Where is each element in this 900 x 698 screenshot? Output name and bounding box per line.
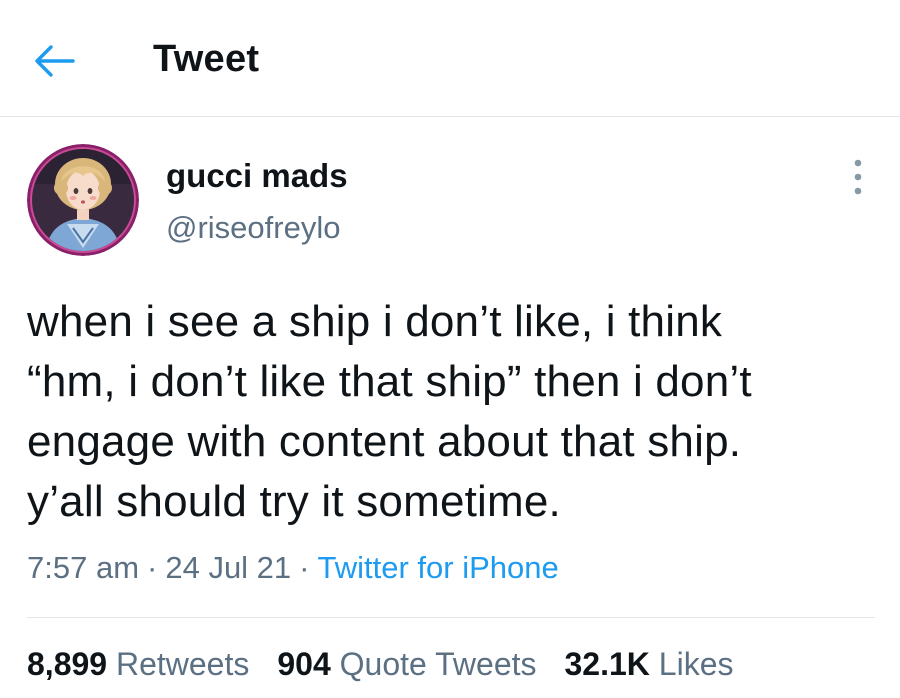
engagement-stats: 8,899 Retweets 904 Quote Tweets 32.1K Like… [27, 646, 761, 683]
avatar[interactable] [27, 144, 139, 256]
back-button[interactable] [30, 40, 80, 82]
retweets-stat[interactable]: 8,899 Retweets [27, 646, 249, 683]
more-options-button[interactable] [838, 155, 878, 199]
author-handle[interactable]: @riseofreylo [166, 210, 340, 246]
avatar-illustration [27, 144, 139, 256]
tweet-text-line: y’all should try it sometime. [27, 477, 561, 526]
tweet-text-line: engage with content about that ship. [27, 417, 742, 466]
arrow-left-icon [35, 45, 75, 77]
tweet-text-line: “hm, i don’t like that ship” then i don’… [27, 357, 752, 406]
quote-tweets-count: 904 [277, 646, 331, 682]
more-vertical-icon [854, 159, 862, 195]
top-bar: Tweet [0, 0, 900, 117]
tweet-text-line: when i see a ship i don’t like, i think [27, 297, 723, 346]
tweet-source-link[interactable]: Twitter for iPhone [318, 550, 559, 585]
retweets-count: 8,899 [27, 646, 108, 682]
tweet-time[interactable]: 7:57 am [27, 550, 139, 585]
likes-label: Likes [658, 646, 734, 682]
likes-stat[interactable]: 32.1K Likes [565, 646, 734, 683]
quote-tweets-label: Quote Tweets [339, 646, 537, 682]
separator-dot: · [299, 550, 310, 585]
retweets-label: Retweets [115, 646, 250, 682]
quote-tweets-stat[interactable]: 904 Quote Tweets [277, 646, 536, 683]
tweet-text: when i see a ship i don’t like, i think … [27, 292, 887, 532]
separator-dot: · [147, 550, 158, 585]
likes-count: 32.1K [564, 646, 650, 682]
page-title: Tweet [153, 38, 260, 80]
tweet-metadata: 7:57 am · 24 Jul 21 · Twitter for iPhone [27, 550, 559, 586]
tweet-date[interactable]: 24 Jul 21 [165, 550, 291, 585]
divider [27, 617, 875, 618]
author-display-name[interactable]: gucci mads [166, 157, 348, 195]
